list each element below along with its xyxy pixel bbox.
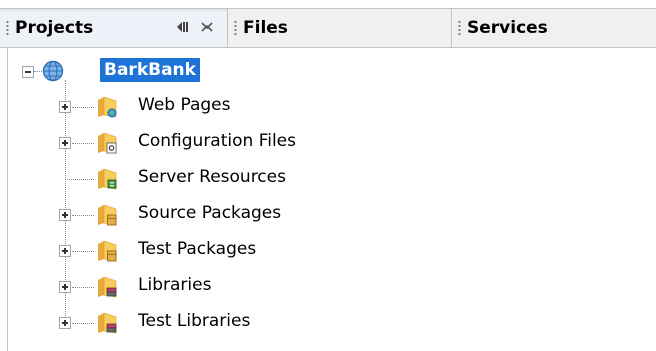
web-pages-folder-icon [98,96,117,118]
tree-item-label: Test Packages [138,239,257,259]
collapse-toggle[interactable] [22,66,34,78]
project-tree: BarkBank Web Pages Configuration Files S… [0,0,656,351]
tree-item-label: Web Pages [138,95,231,115]
expand-toggle[interactable] [59,209,71,221]
tree-item-source-packages[interactable]: Source Packages [0,200,656,230]
expand-toggle[interactable] [59,245,71,257]
tree-item-libraries[interactable]: Libraries [0,272,656,302]
configuration-folder-icon [98,132,117,154]
test-packages-folder-icon [98,240,117,262]
expand-toggle[interactable] [59,101,71,113]
tree-root-row[interactable]: BarkBank [0,56,656,86]
server-resources-folder-icon [98,168,117,190]
expand-toggle[interactable] [59,281,71,293]
expand-toggle[interactable] [59,317,71,329]
tree-item-label: Configuration Files [138,131,296,151]
tree-item-label: Server Resources [138,167,286,187]
tree-item-configuration-files[interactable]: Configuration Files [0,128,656,158]
tree-item-test-libraries[interactable]: Test Libraries [0,308,656,338]
tree-item-web-pages[interactable]: Web Pages [0,92,656,122]
tree-item-label: Source Packages [138,203,282,223]
tree-item-label: Test Libraries [138,311,251,331]
tree-root-label[interactable]: BarkBank [100,58,200,82]
tree-item-label: Libraries [138,275,212,295]
globe-icon [42,60,64,82]
test-libraries-folder-icon [98,312,117,334]
expand-toggle[interactable] [59,137,71,149]
tree-item-test-packages[interactable]: Test Packages [0,236,656,266]
tree-item-server-resources[interactable]: Server Resources [0,164,656,194]
source-packages-folder-icon [98,204,117,226]
libraries-folder-icon [98,276,117,298]
